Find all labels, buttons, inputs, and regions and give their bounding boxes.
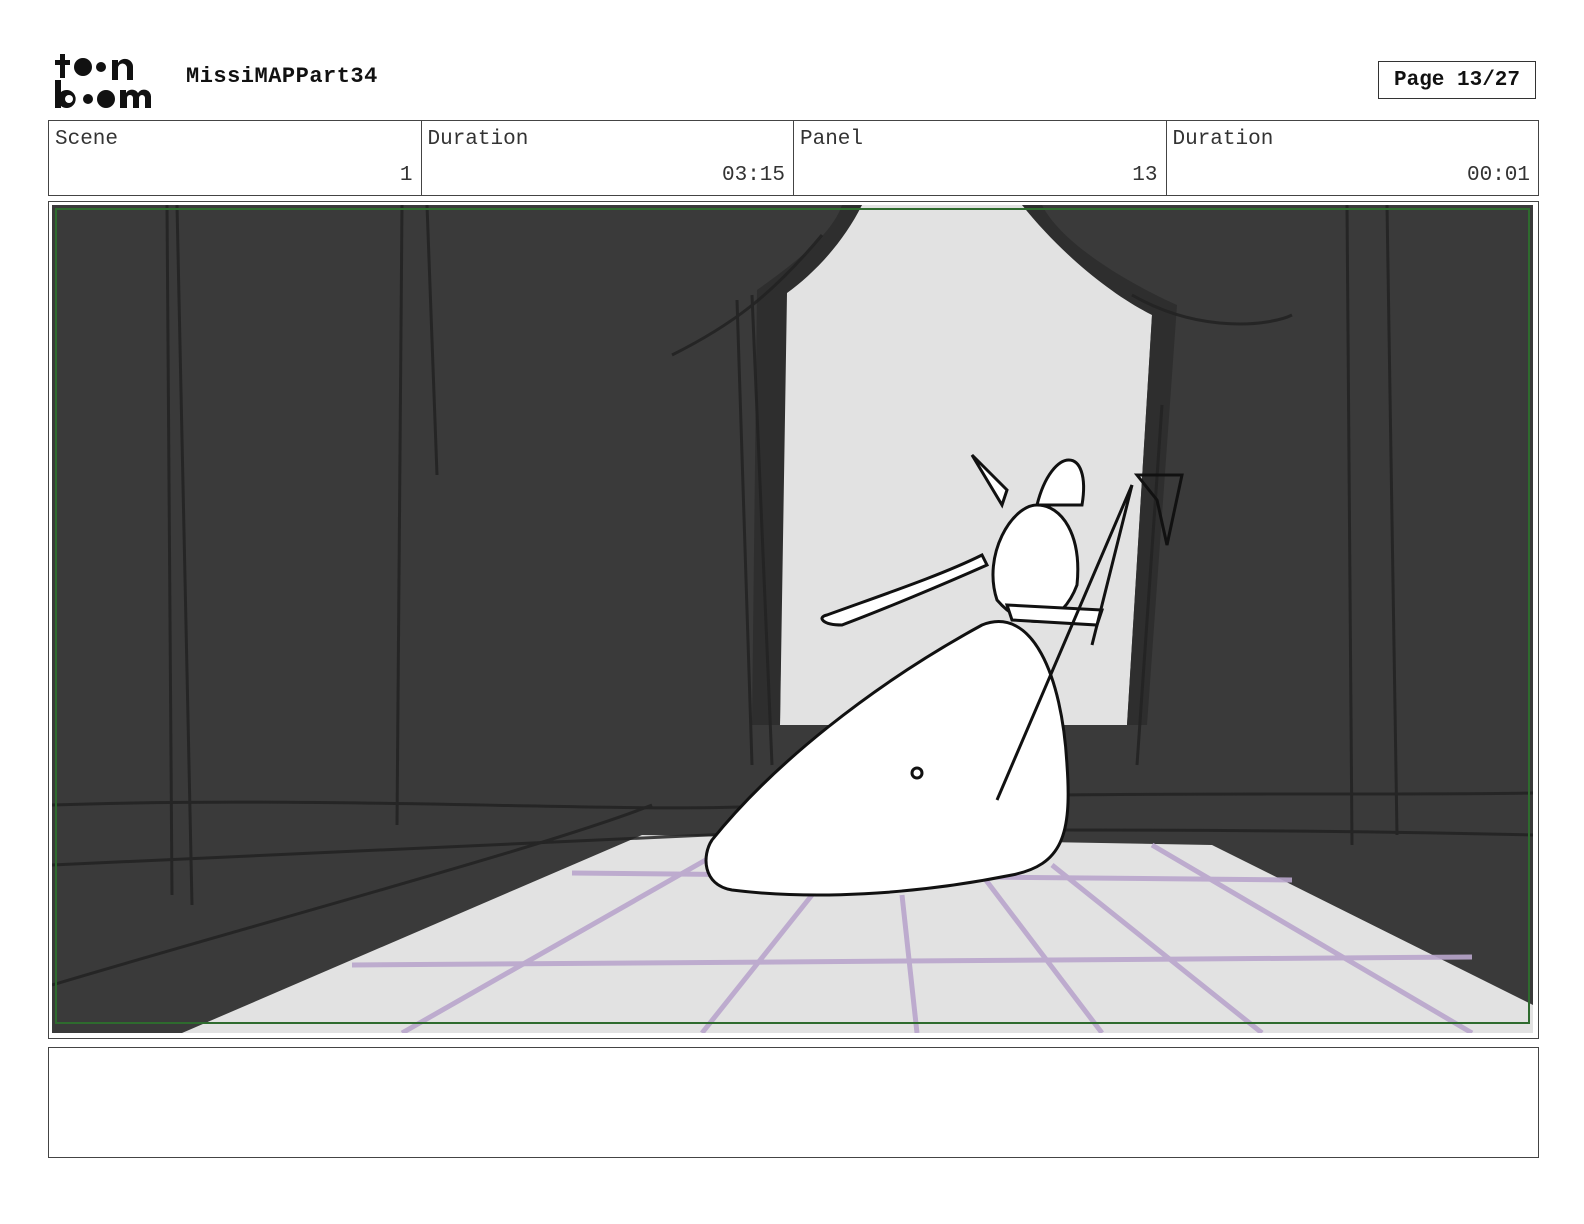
- scene-label: Scene: [55, 128, 119, 151]
- panel-notes-box[interactable]: [48, 1047, 1539, 1158]
- panel-duration-cell: Duration 00:01: [1167, 121, 1539, 195]
- panel-cell: Panel 13: [794, 121, 1167, 195]
- storyboard-panel: [48, 201, 1539, 1039]
- scene-value: 1: [399, 164, 413, 187]
- scene-duration-value: 03:15: [721, 164, 785, 187]
- panel-label: Panel: [800, 128, 864, 151]
- panel-duration-label: Duration: [1172, 128, 1274, 151]
- scene-duration-label: Duration: [427, 128, 529, 151]
- toon-boom-logo: [55, 54, 152, 108]
- scene-info-table: Scene 1 Duration 03:15 Panel 13 Duration…: [48, 120, 1539, 196]
- page-indicator: Page 13/27: [1378, 61, 1536, 99]
- panel-value: 13: [1132, 164, 1158, 187]
- storyboard-sketch-image: [52, 205, 1533, 1033]
- panel-duration-value: 00:01: [1466, 164, 1530, 187]
- project-title: MissiMAPPart34: [186, 64, 378, 89]
- scene-cell: Scene 1: [49, 121, 422, 195]
- scene-duration-cell: Duration 03:15: [422, 121, 794, 195]
